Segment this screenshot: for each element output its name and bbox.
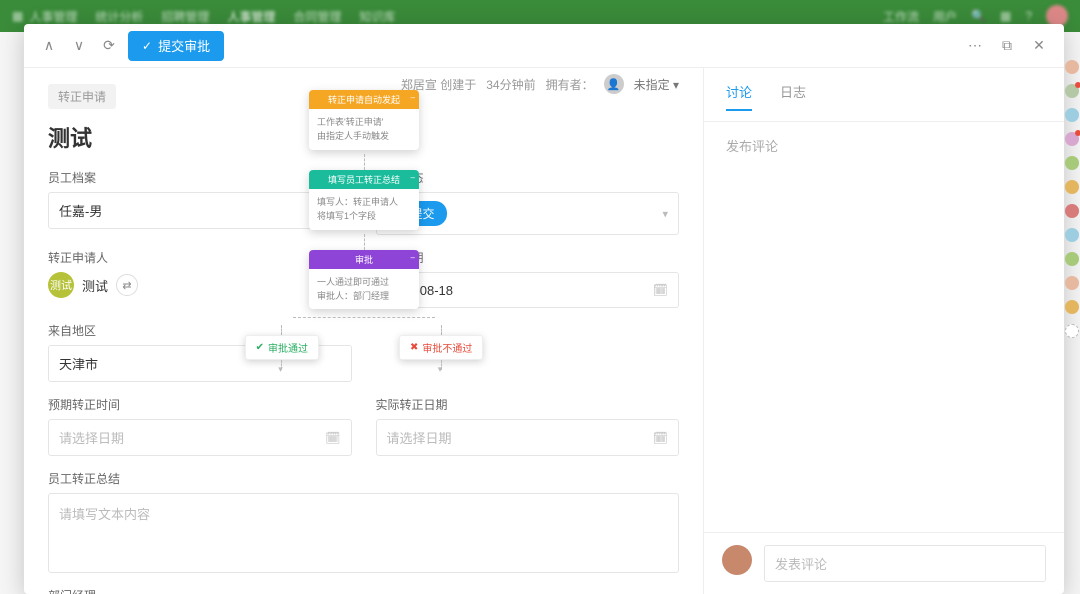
created-ago: 34分钟前 [486, 76, 535, 93]
apps-icon[interactable]: ▦ [1000, 9, 1011, 23]
nav-item[interactable]: 招聘管理 [161, 8, 209, 25]
calendar-icon: 🗓 [325, 431, 340, 445]
field-label-region: 来自地区 [48, 322, 352, 339]
search-icon[interactable]: 🔍 [971, 9, 986, 23]
submit-label: 提交审批 [158, 36, 210, 55]
discussion-empty: 发布评论 [704, 122, 1064, 532]
open-new-icon[interactable]: ⧉ [996, 35, 1018, 57]
side-panel: 讨论 日志 发布评论 发表评论 [704, 68, 1064, 594]
close-icon[interactable]: ✕ [1028, 35, 1050, 57]
field-label-employee: 员工档案 [48, 169, 352, 186]
record-meta: 郑居宣 创建于 34分钟前 拥有者： 👤 未指定 ▾ [401, 68, 679, 94]
record-type-badge: 转正申请 [48, 84, 116, 109]
tab-log[interactable]: 日志 [780, 82, 806, 111]
nav-item[interactable]: 知识库 [359, 8, 395, 25]
summary-textarea[interactable]: 请填写文本内容 [48, 493, 679, 573]
field-label-summary: 员工转正总结 [48, 470, 679, 487]
users-link[interactable]: 用户 [933, 8, 957, 25]
app-name: 人事管理 [29, 8, 77, 25]
status-badge: 待提交 [387, 201, 447, 226]
nav-item[interactable]: 合同管理 [293, 8, 341, 25]
field-label-applicant: 转正申请人 [48, 249, 352, 266]
refresh-icon[interactable]: ⟳ [98, 35, 120, 57]
collapse-icon: – [411, 93, 415, 102]
applicant-field[interactable]: 测试 测试 ⇄ [48, 272, 352, 298]
record-modal: ∧ ∨ ⟳ 提交审批 ⋯ ⧉ ✕ 转正申请 郑居宣 创建于 34分钟前 拥有者：… [24, 24, 1064, 594]
chevron-down-icon: ▾ [662, 207, 668, 220]
grid-icon: ▦ [12, 9, 23, 23]
field-label-appdate: 申请日期 [376, 249, 680, 266]
help-icon[interactable]: ? [1025, 9, 1032, 23]
comment-input[interactable]: 发表评论 [764, 545, 1046, 582]
expected-date-input[interactable]: 请选择日期 🗓 [48, 419, 352, 456]
applicant-avatar: 测试 [48, 272, 74, 298]
employee-file-field[interactable]: 任嘉-男 [48, 192, 352, 229]
owner-dropdown[interactable]: 未指定 ▾ [634, 76, 679, 93]
actual-date-input[interactable]: 请选择日期 🗓 [376, 419, 680, 456]
prev-icon[interactable]: ∧ [38, 35, 60, 57]
applicant-name: 测试 [82, 276, 108, 295]
creator-text: 郑居宣 创建于 [401, 76, 476, 93]
modal-toolbar: ∧ ∨ ⟳ 提交审批 ⋯ ⧉ ✕ [24, 24, 1064, 68]
calendar-icon: 🗓 [653, 431, 668, 445]
application-date-input[interactable]: 2022-08-18 🗓 [376, 272, 680, 308]
field-label-manager: 部门经理 [48, 587, 679, 594]
field-label-expected: 预期转正时间 [48, 396, 352, 413]
workflow-link[interactable]: 工作流 [883, 8, 919, 25]
submit-approval-button[interactable]: 提交审批 [128, 31, 224, 61]
more-icon[interactable]: ⋯ [964, 35, 986, 57]
nav-item[interactable]: 统计分析 [95, 8, 143, 25]
owner-label: 拥有者： [546, 76, 594, 93]
field-label-actual: 实际转正日期 [376, 396, 680, 413]
next-icon[interactable]: ∨ [68, 35, 90, 57]
swap-icon[interactable]: ⇄ [116, 274, 138, 296]
main-pane: 转正申请 郑居宣 创建于 34分钟前 拥有者： 👤 未指定 ▾ 测试 员工档案 … [24, 68, 704, 594]
calendar-icon: 🗓 [653, 283, 668, 297]
presence-rail [1064, 32, 1080, 594]
approval-status-select[interactable]: 待提交 ▾ [376, 192, 680, 235]
nav-item[interactable]: 人事管理 [227, 8, 275, 25]
app-logo: ▦ 人事管理 [12, 8, 77, 25]
tab-discussion[interactable]: 讨论 [726, 82, 752, 111]
field-label-status: 审批状态 [376, 169, 680, 186]
region-field[interactable]: 天津市 [48, 345, 352, 382]
user-avatar [722, 545, 752, 575]
page-title: 测试 [48, 121, 679, 153]
person-icon: 👤 [604, 74, 624, 94]
